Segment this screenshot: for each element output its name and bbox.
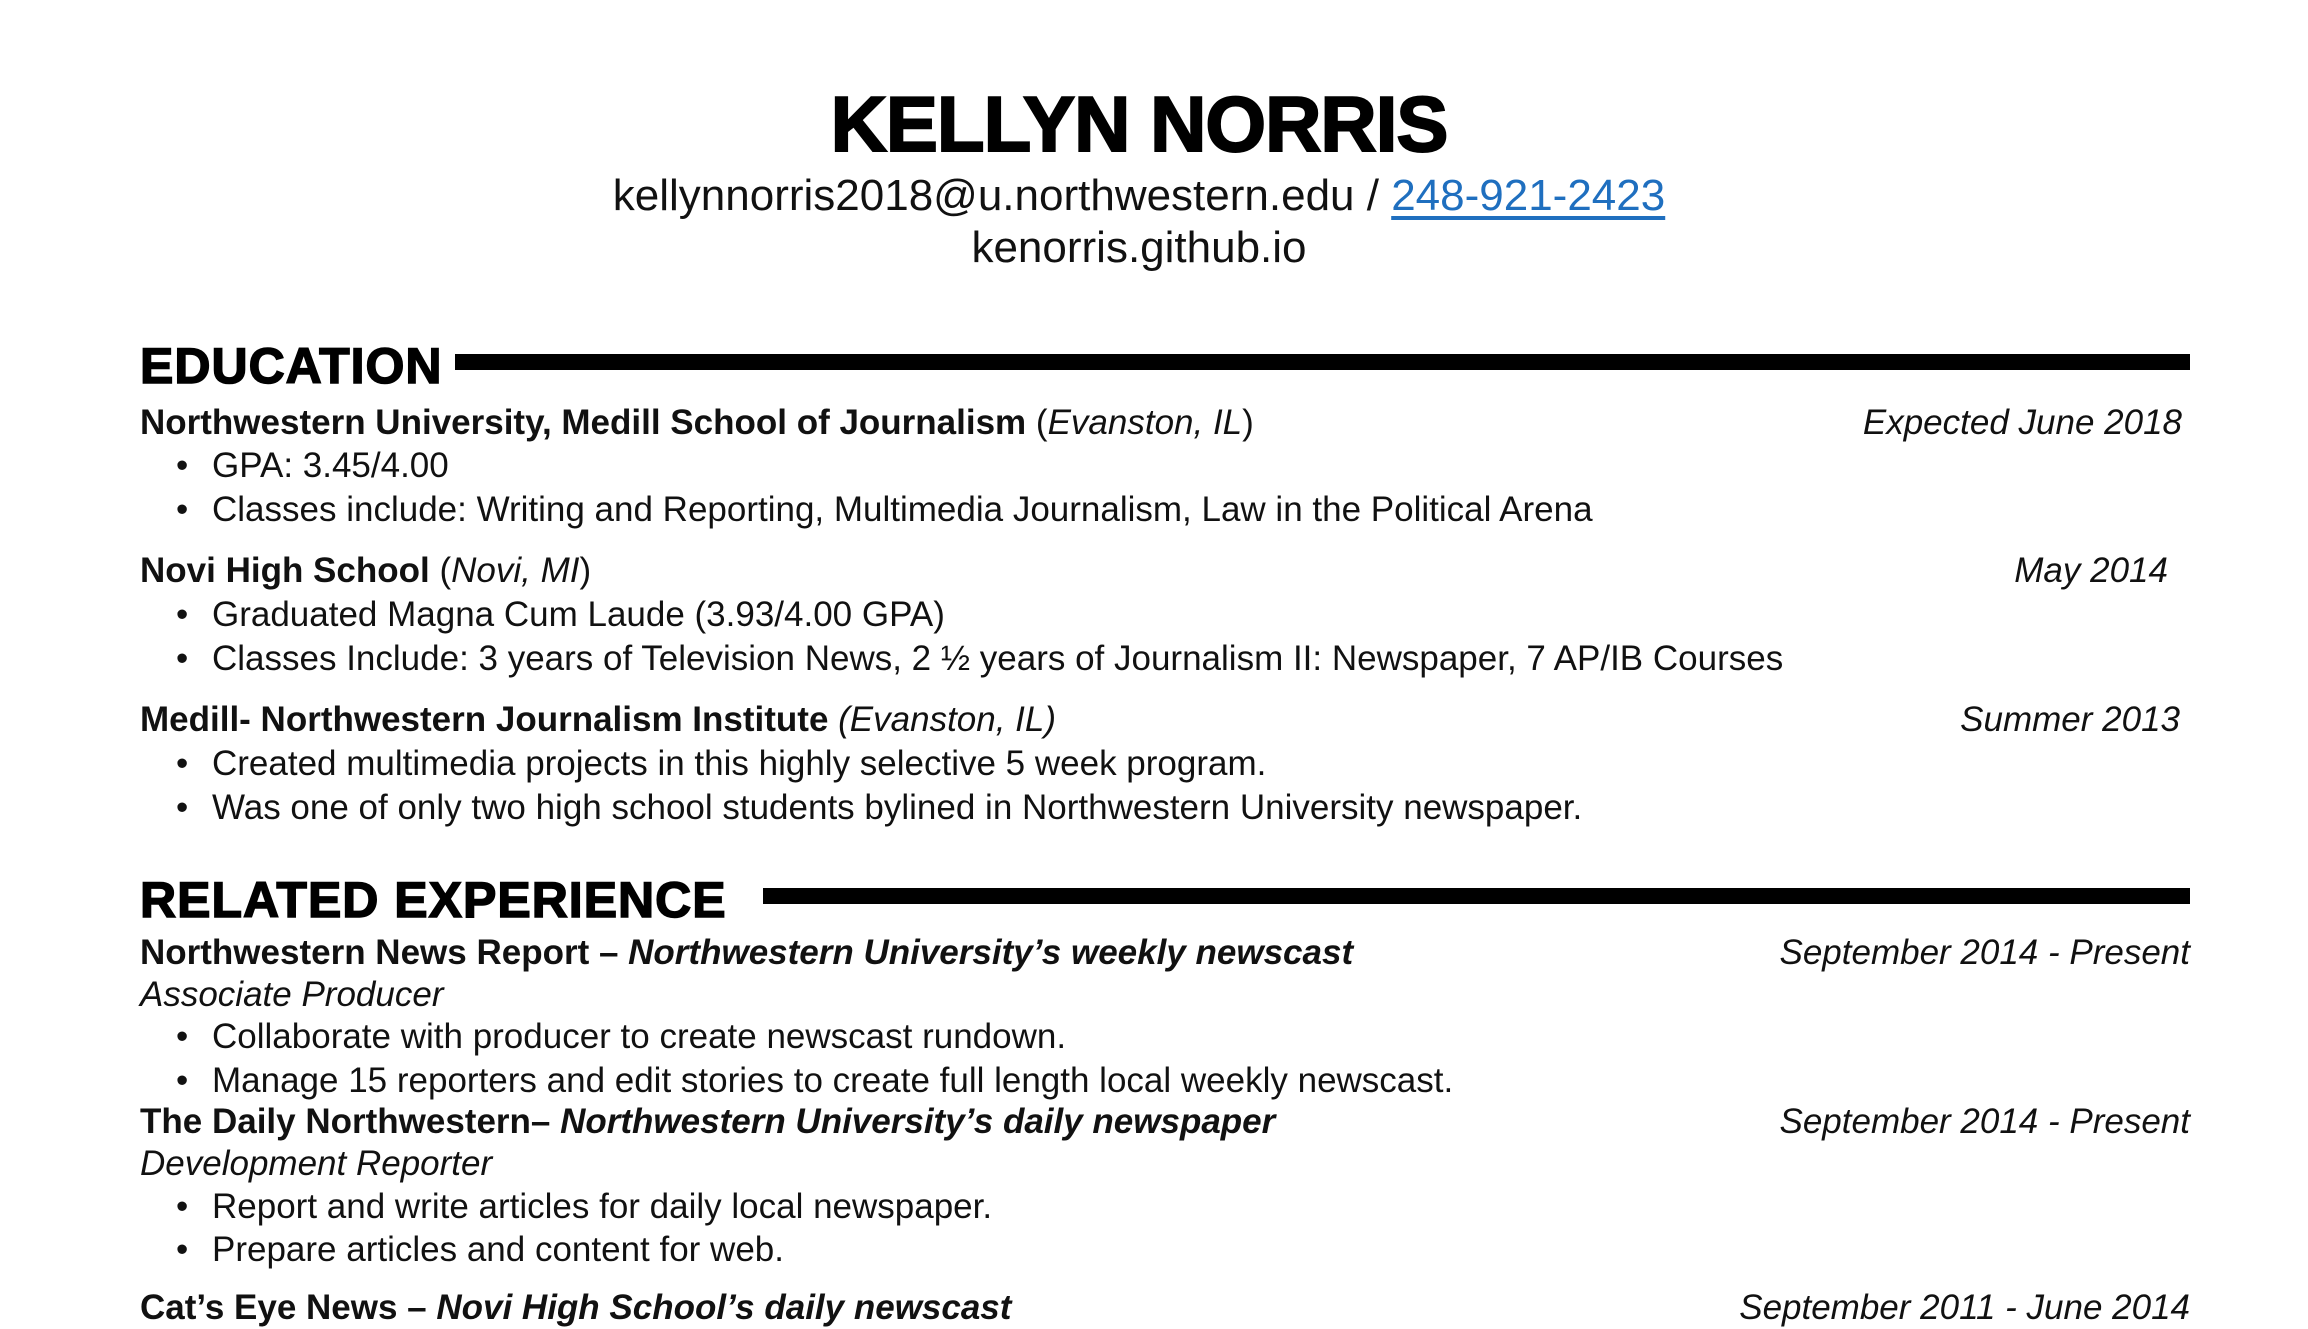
list-item: • Manage 15 reporters and edit stories to… <box>176 1061 1454 1100</box>
list-item: • Created multimedia projects in this hig… <box>176 744 1267 783</box>
section-divider <box>762 888 2190 904</box>
list-item: • GPA: 3.45/4.00 <box>176 446 449 485</box>
org-name: The Daily Northwestern– <box>140 1102 561 1141</box>
website-line: kenorris.github.io <box>971 223 1307 272</box>
resume-header: KELLYN NORRIS kellynnorris2018@u.northwe… <box>0 78 2308 274</box>
resume-page: KELLYN NORRIS kellynnorris2018@u.northwe… <box>0 0 2308 1327</box>
entry-date: Expected June 2018 <box>1862 403 2182 442</box>
list-item: • Prepare articles and content for web. <box>176 1230 784 1269</box>
school-location: Novi, MI <box>451 551 580 590</box>
education-entry-medill-institute: Medill- Northwestern Journalism Institut… <box>140 699 2190 741</box>
education-title: EDUCATION <box>139 337 443 395</box>
contact-separator: / <box>1354 171 1392 220</box>
email-address: kellynnorris2018@u.northwestern.edu <box>612 171 1355 220</box>
entry-date: May 2014 <box>2014 551 2168 590</box>
list-item: • Was one of only two high school student… <box>176 788 1583 827</box>
org-name: Northwestern News Report – <box>140 933 629 972</box>
candidate-name: KELLYN NORRIS <box>830 79 1450 169</box>
entry-date: September 2011 - June 2014 <box>1739 1288 2190 1327</box>
school-location: Evanston, IL <box>1047 403 1243 442</box>
education-section-header: EDUCATION <box>139 336 2190 396</box>
org-description: Northwestern University’s daily newspape… <box>560 1102 1276 1141</box>
list-item: • Classes Include: 3 years of Television … <box>176 639 1784 678</box>
org-description: Novi High School’s daily newscast <box>436 1288 1012 1327</box>
org-description: Northwestern University’s weekly newscas… <box>628 933 1354 972</box>
section-divider <box>454 354 2190 370</box>
entry-date: September 2014 - Present <box>1779 933 2190 972</box>
experience-section-header: RELATED EXPERIENCE <box>139 870 2190 930</box>
experience-entry-nnr: Northwestern News Report – Northwestern … <box>140 932 2190 974</box>
phone-link[interactable]: 248-921-2423 <box>1391 171 1665 220</box>
education-entry-novi: Novi High School (Novi, MI) May 2014 <box>140 551 2168 590</box>
experience-entry-cats-eye: Cat’s Eye News – Novi High School’s dail… <box>140 1287 2190 1329</box>
entry-date: September 2014 - Present <box>1779 1102 2190 1141</box>
role-title: Development Reporter <box>140 1144 493 1183</box>
contact-line: kellynnorris2018@u.northwestern.edu / 24… <box>0 170 2308 222</box>
role-title: Associate Producer <box>140 975 444 1014</box>
school-name: Medill- Northwestern Journalism Institut… <box>140 700 829 739</box>
school-name: Northwestern University, Medill School o… <box>140 403 1027 442</box>
education-entry-northwestern: Northwestern University, Medill School o… <box>140 403 2182 442</box>
org-name: Cat’s Eye News – <box>140 1288 437 1327</box>
school-location: (Evanston, IL) <box>828 700 1057 739</box>
list-item: • Report and write articles for daily loc… <box>176 1187 993 1226</box>
school-name: Novi High School <box>140 551 430 590</box>
list-item: • Collaborate with producer to create new… <box>176 1017 1067 1056</box>
list-item: • Graduated Magna Cum Laude (3.93/4.00 GP… <box>176 595 945 634</box>
entry-date: Summer 2013 <box>1960 700 2180 739</box>
list-item: • Classes include: Writing and Reporting,… <box>176 490 1593 529</box>
experience-entry-daily-northwestern: The Daily Northwestern– Northwestern Uni… <box>140 1101 2190 1143</box>
experience-title: RELATED EXPERIENCE <box>139 871 727 929</box>
